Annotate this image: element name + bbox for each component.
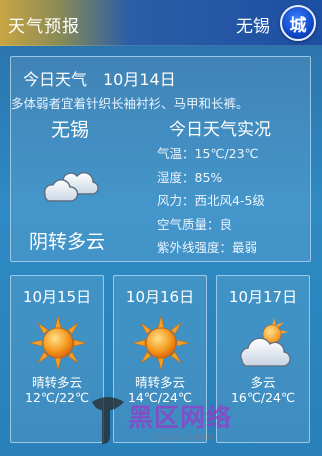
- today-panel: 今日天气 10月14日 多体弱者宜着针织长袖衬衫、马甲和长裤。 无锡 阴转多云 …: [10, 56, 311, 262]
- clothing-advice: 多体弱者宜着针织长袖衬衫、马甲和长裤。: [11, 96, 249, 111]
- forecast-date: 10月16日: [125, 288, 195, 306]
- air-quality-detail: 空气质量：良: [157, 216, 233, 232]
- forecast-description: 晴转多云: [134, 375, 185, 390]
- cloud-icon: [43, 172, 99, 202]
- today-weather-description: 阴转多云: [29, 231, 106, 253]
- wind-detail: 风力：西北风4-5级: [157, 193, 265, 208]
- forecast-date: 10月17日: [228, 288, 298, 306]
- forecast-temperature: 12℃/22℃: [24, 390, 90, 405]
- title-bar: 天气预报 无锡 城: [0, 0, 322, 46]
- forecast-description: 多云: [250, 375, 276, 390]
- app-title: 天气预报: [8, 17, 80, 37]
- humidity-detail: 湿度：85%: [157, 169, 223, 185]
- forecast-description: 晴转多云: [31, 375, 82, 390]
- sun-icon: [29, 315, 87, 371]
- current-conditions-list: 气温：15℃/23℃ 湿度：85% 风力：西北风4-5级 空气质量：良 紫外线强…: [157, 145, 265, 263]
- sun-icon: [132, 315, 190, 371]
- forecast-card: 10月17日 多云 16℃/24℃: [216, 275, 310, 443]
- forecast-temperature: 16℃/24℃: [230, 390, 296, 405]
- uv-detail: 紫外线强度：最弱: [157, 240, 258, 255]
- cloud-sun-icon: [240, 318, 291, 367]
- today-city-name: 无锡: [51, 119, 90, 141]
- current-city-label: 无锡: [236, 17, 270, 37]
- forecast-date: 10月15日: [22, 288, 92, 306]
- forecast-card: 10月16日 晴转多云 14℃/24℃: [113, 275, 207, 443]
- current-conditions-title: 今日天气实况: [169, 120, 271, 140]
- temperature-detail: 气温：15℃/23℃: [157, 146, 259, 161]
- forecast-card: 10月15日 晴转多云 12℃/22℃: [10, 275, 104, 443]
- city-select-button[interactable]: 城: [280, 5, 316, 41]
- forecast-temperature: 14℃/24℃: [127, 390, 193, 405]
- today-date-header: 今日天气 10月14日: [23, 70, 176, 89]
